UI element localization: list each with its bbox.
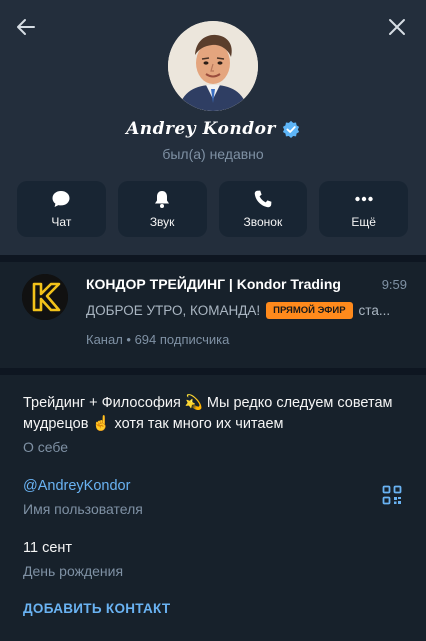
birthday-value: 11 сент [23,540,73,556]
more-button[interactable]: Ещё [319,181,408,237]
qr-code-icon[interactable] [382,485,402,505]
chat-button-label: Чат [51,215,72,229]
channel-message-text: ДОБРОЕ УТРО, КОМАНДА! [86,303,261,318]
kondor-logo-icon [22,274,68,320]
profile-status: был(а) недавно [162,146,264,162]
add-contact-button[interactable]: ДОБАВИТЬ КОНТАКТ [23,601,170,616]
section-divider [0,368,426,375]
call-button[interactable]: Звонок [218,181,308,237]
arrow-left-icon [17,19,35,35]
verified-icon [282,120,299,138]
bio-label: О себе [23,439,69,455]
close-button[interactable] [382,12,412,42]
sound-button-label: Звук [149,215,175,229]
profile-name-row: Andrey Kondor [0,119,426,139]
username-link[interactable]: @AndreyKondor [23,478,130,494]
call-button-label: Звонок [243,215,283,229]
sound-button[interactable]: Звук [117,181,207,237]
channel-time: 9:59 [381,277,407,292]
birthday-label: День рождения [23,563,124,579]
channel-logo [22,274,68,320]
live-badge: ПРЯМОЙ ЭФИР [266,302,353,319]
linked-channel[interactable]: КОНДОР ТРЕЙДИНГ | Kondor Trading 9:59 ДО… [0,262,426,368]
chat-icon [52,191,70,207]
more-button-label: Ещё [351,215,376,229]
more-icon [354,196,373,202]
section-divider [0,255,426,262]
phone-icon [254,190,272,208]
bio-text: Трейдинг + Философия 💫 Мы редко следуем … [23,393,408,435]
close-icon [389,19,405,35]
channel-message-tail: ста... [358,303,391,318]
username-label: Имя пользователя [23,501,143,517]
avatar[interactable] [168,21,258,111]
channel-last-message: ДОБРОЕ УТРО, КОМАНДА! ПРЯМОЙ ЭФИР ста... [86,302,406,319]
bio-line: Трейдинг + Философия 💫 Мы редко следуем … [23,395,393,411]
channel-title: КОНДОР ТРЕЙДИНГ | Kondor Trading [86,276,341,292]
avatar-portrait [168,21,258,111]
profile-name: Andrey Kondor [126,119,276,139]
bell-icon [155,191,170,208]
bio-line: мудрецов ☝️ хотя так много их читаем [23,416,284,432]
chat-button[interactable]: Чат [17,181,106,237]
back-button[interactable] [11,12,41,42]
profile-header: Andrey Kondor был(а) недавно Чат Звук Зв… [0,0,426,255]
channel-subscribers: Канал • 694 подписчика [86,332,230,347]
action-bar: Чат Звук Звонок Ещё [17,181,408,237]
